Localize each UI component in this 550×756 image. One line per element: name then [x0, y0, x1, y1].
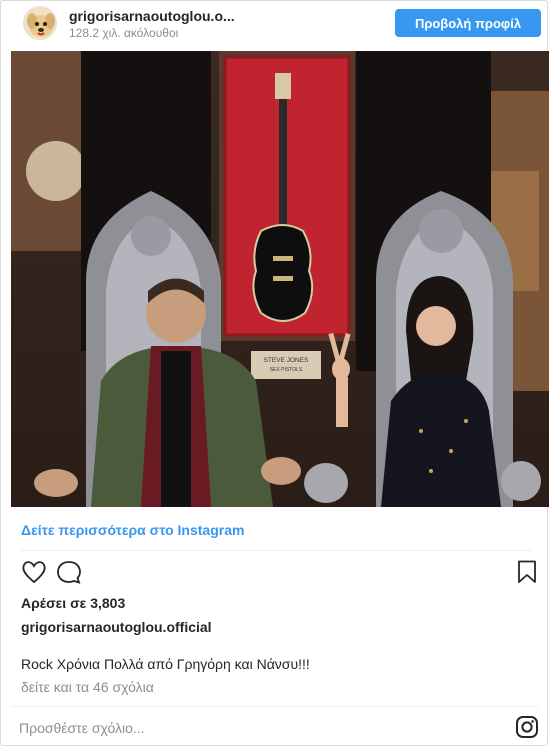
- divider: [21, 550, 531, 551]
- post-caption: Rock Χρόνια Πολλά από Γρηγόρη και Νάνσυ!…: [21, 656, 310, 672]
- plaque-line2: SEX PISTOLS: [270, 367, 303, 373]
- view-more-on-instagram-link[interactable]: Δείτε περισσότερα στο Instagram: [21, 522, 244, 538]
- view-comments-link[interactable]: δείτε και τα 46 σχόλια: [21, 679, 154, 695]
- instagram-logo-icon[interactable]: [515, 715, 539, 744]
- instagram-embed-card: grigorisarnaoutoglou.o... 128.2 χιλ. ακό…: [0, 0, 549, 746]
- post-owner-username[interactable]: grigorisarnaoutoglou.official: [21, 619, 212, 635]
- post-photo[interactable]: STEVE JONES SEX PISTOLS: [11, 51, 549, 507]
- add-comment-input[interactable]: [19, 717, 459, 739]
- comment-bubble-icon[interactable]: [56, 560, 82, 589]
- plaque-line1: STEVE JONES: [264, 357, 309, 364]
- follower-count: 128.2 χιλ. ακόλουθοι: [69, 26, 179, 40]
- divider: [11, 706, 539, 707]
- like-count[interactable]: Αρέσει σε 3,803: [21, 595, 125, 611]
- bookmark-icon[interactable]: [517, 560, 537, 589]
- dog-avatar-icon: [24, 7, 56, 39]
- heart-icon[interactable]: [21, 560, 47, 589]
- avatar[interactable]: [23, 6, 57, 40]
- post-header: grigorisarnaoutoglou.o... 128.2 χιλ. ακό…: [11, 5, 541, 43]
- view-profile-button[interactable]: Προβολή προφίλ: [395, 9, 541, 37]
- header-username[interactable]: grigorisarnaoutoglou.o...: [69, 8, 235, 24]
- photo-illustration: STEVE JONES SEX PISTOLS: [11, 51, 549, 507]
